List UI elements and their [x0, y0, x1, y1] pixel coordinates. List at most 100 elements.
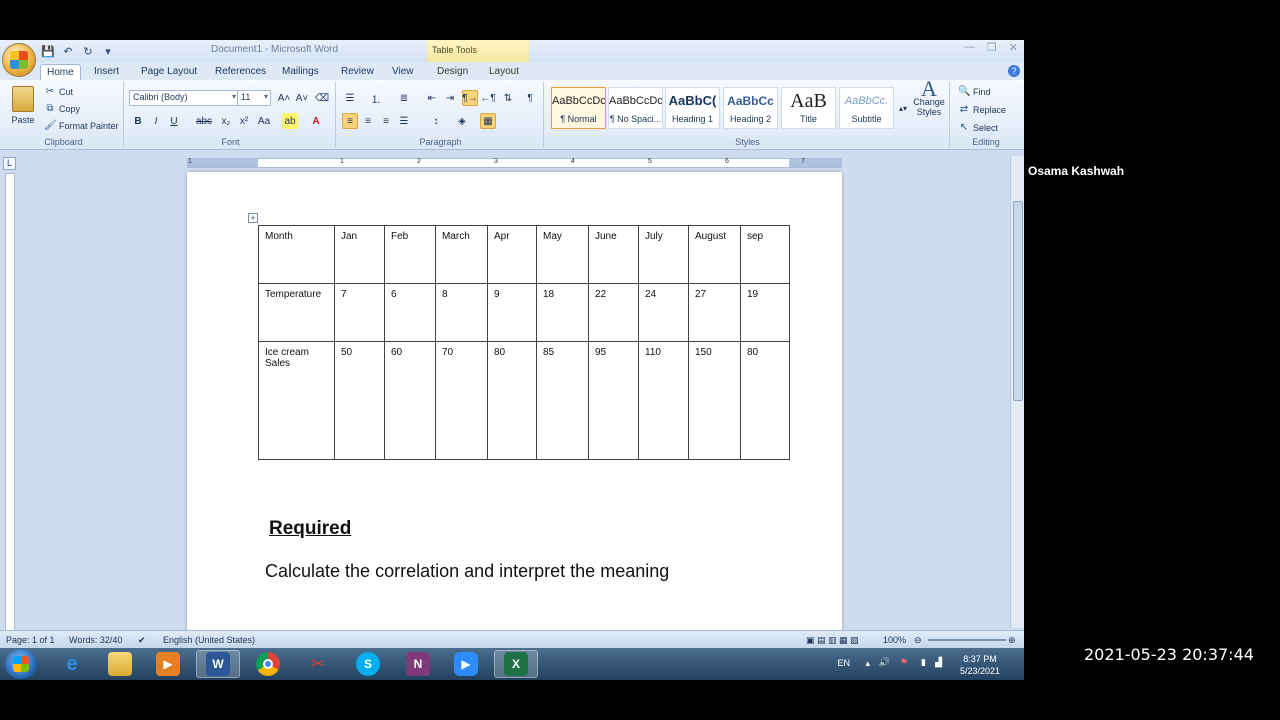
table-cell[interactable]: 7	[334, 283, 385, 342]
zoom-slider[interactable]	[928, 639, 1006, 641]
vertical-scrollbar[interactable]	[1010, 156, 1024, 628]
table-cell[interactable]: sep	[740, 225, 790, 284]
table-cell[interactable]: June	[588, 225, 639, 284]
input-language[interactable]: EN	[837, 658, 850, 668]
font-color-icon[interactable]: A	[308, 113, 324, 129]
minimize-icon[interactable]: —	[964, 41, 975, 54]
copy-button[interactable]: ⧉ Copy	[44, 103, 80, 115]
taskbar-snipping-tool[interactable]: ✂	[296, 650, 340, 678]
volume-icon[interactable]: 🔊	[879, 657, 890, 668]
document-page[interactable]: + Month Jan Feb March Apr May June July …	[187, 172, 842, 648]
tab-selector-icon[interactable]: L	[3, 157, 16, 170]
table-cell[interactable]: 80	[487, 341, 537, 460]
show-hidden-icons-icon[interactable]: ▴	[865, 658, 870, 669]
table-cell[interactable]: 110	[638, 341, 689, 460]
italic-icon[interactable]: I	[148, 113, 164, 129]
table-cell[interactable]: May	[536, 225, 589, 284]
table-cell[interactable]: 50	[334, 341, 385, 460]
zoom-in-icon[interactable]: ⊕	[1008, 635, 1016, 646]
table-cell[interactable]: 60	[384, 341, 436, 460]
undo-icon[interactable]: ↶	[60, 43, 76, 59]
table-cell[interactable]: 80	[740, 341, 790, 460]
strikethrough-icon[interactable]: abc	[196, 113, 212, 129]
taskbar-zoom[interactable]: ▶	[444, 650, 488, 678]
clear-formatting-icon[interactable]: ⌫	[314, 90, 330, 106]
clock[interactable]: 8:37 PM 5/23/2021	[950, 653, 1010, 677]
ltr-text-icon[interactable]: ¶→	[462, 90, 478, 106]
start-button[interactable]	[5, 649, 37, 679]
tab-home[interactable]: Home	[40, 64, 81, 80]
maximize-icon[interactable]: ❐	[987, 41, 997, 54]
close-icon[interactable]: ✕	[1009, 41, 1018, 54]
tab-insert[interactable]: Insert	[88, 64, 125, 80]
horizontal-ruler[interactable]: 1 1 2 3 4 5 6 7	[187, 158, 842, 168]
table-cell[interactable]: 150	[688, 341, 741, 460]
line-spacing-icon[interactable]: ↕	[428, 113, 444, 129]
zoom-out-icon[interactable]: ⊖	[914, 635, 922, 646]
highlight-icon[interactable]: ab	[282, 113, 298, 129]
bold-icon[interactable]: B	[130, 113, 146, 129]
table-cell[interactable]: 95	[588, 341, 639, 460]
cut-button[interactable]: ✂ Cut	[44, 86, 73, 98]
style-no-spacing[interactable]: AaBbCcDc ¶ No Spaci...	[608, 87, 663, 129]
proofing-icon[interactable]: ✔	[138, 635, 146, 646]
table-cell[interactable]: Ice cream Sales	[258, 341, 335, 460]
align-center-icon[interactable]: ≡	[360, 113, 376, 129]
tab-references[interactable]: References	[209, 64, 272, 80]
taskbar-excel[interactable]: X	[494, 650, 538, 678]
numbering-icon[interactable]: ⒈	[368, 90, 384, 106]
table-cell[interactable]: Month	[258, 225, 335, 284]
subscript-icon[interactable]: x₂	[218, 113, 234, 129]
taskbar-media-player[interactable]: ▶	[146, 650, 190, 678]
superscript-icon[interactable]: x²	[236, 113, 252, 129]
language-indicator[interactable]: English (United States)	[163, 635, 255, 645]
table-cell[interactable]: 8	[435, 283, 488, 342]
taskbar-chrome[interactable]	[246, 650, 290, 678]
tab-page-layout[interactable]: Page Layout	[135, 64, 203, 80]
style-subtitle[interactable]: AaBbCc. Subtitle	[839, 87, 894, 129]
table-cell[interactable]: 6	[384, 283, 436, 342]
select-button[interactable]: ↖ Select	[958, 122, 998, 134]
taskbar-onenote[interactable]: N	[396, 650, 440, 678]
replace-button[interactable]: ⇄ Replace	[958, 104, 1006, 116]
increase-indent-icon[interactable]: ⇥	[442, 90, 458, 106]
format-painter-button[interactable]: 🖌 Format Painter	[44, 120, 119, 132]
save-icon[interactable]: 💾	[40, 43, 56, 59]
tab-mailings[interactable]: Mailings	[276, 64, 325, 80]
decrease-indent-icon[interactable]: ⇤	[424, 90, 440, 106]
table-move-handle-icon[interactable]: +	[248, 213, 258, 223]
underline-icon[interactable]: U	[166, 113, 182, 129]
page-count[interactable]: Page: 1 of 1	[6, 635, 55, 645]
table-cell[interactable]: 22	[588, 283, 639, 342]
rtl-text-icon[interactable]: ←¶	[480, 90, 496, 106]
taskbar-file-explorer[interactable]	[98, 650, 142, 678]
change-case-icon[interactable]: Aa	[256, 113, 272, 129]
justify-icon[interactable]: ☰	[396, 113, 412, 129]
action-center-icon[interactable]: ⚑	[900, 657, 908, 668]
redo-icon[interactable]: ↻	[80, 43, 96, 59]
table-cell[interactable]: 24	[638, 283, 689, 342]
align-right-icon[interactable]: ≡	[378, 113, 394, 129]
tab-design[interactable]: Design	[431, 64, 474, 80]
show-marks-icon[interactable]: ¶	[522, 90, 538, 106]
table-cell[interactable]: 70	[435, 341, 488, 460]
align-left-icon[interactable]: ≡	[342, 113, 358, 129]
table-cell[interactable]: Jan	[334, 225, 385, 284]
grow-font-icon[interactable]: A˄	[276, 90, 292, 106]
table-cell[interactable]: Temperature	[258, 283, 335, 342]
table-cell[interactable]: July	[638, 225, 689, 284]
word-count[interactable]: Words: 32/40	[69, 635, 122, 645]
find-button[interactable]: 🔍 Find	[958, 86, 991, 98]
help-icon[interactable]: ?	[1008, 65, 1020, 77]
table-cell[interactable]: August	[688, 225, 741, 284]
table-cell[interactable]: 19	[740, 283, 790, 342]
bullets-icon[interactable]: ☰	[342, 90, 358, 106]
style-title[interactable]: AaB Title	[781, 87, 836, 129]
office-button[interactable]	[2, 43, 36, 77]
paste-button[interactable]: Paste	[8, 86, 38, 125]
styles-scroll-icon[interactable]: ▴▾	[898, 87, 908, 129]
tab-review[interactable]: Review	[335, 64, 380, 80]
table-cell[interactable]: 18	[536, 283, 589, 342]
style-heading-1[interactable]: AaBbC( Heading 1	[665, 87, 720, 129]
table-cell[interactable]: 85	[536, 341, 589, 460]
